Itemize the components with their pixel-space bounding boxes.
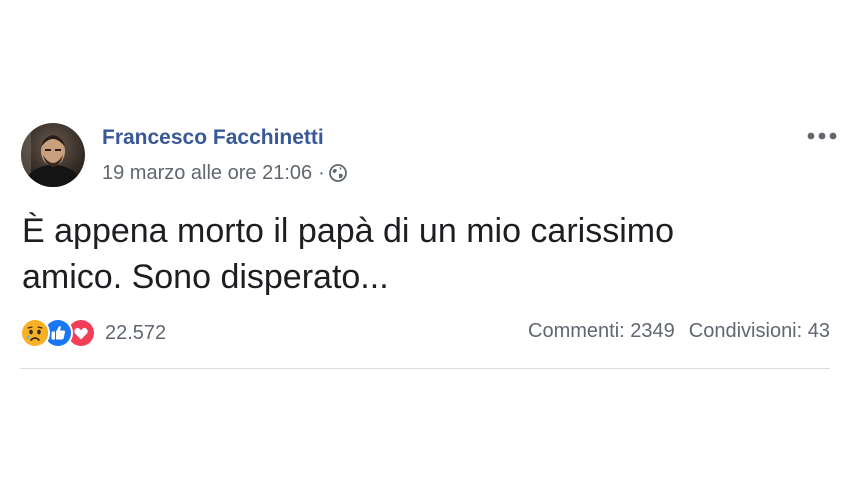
reaction-count[interactable]: 22.572 bbox=[105, 322, 166, 345]
sad-reaction-icon[interactable] bbox=[20, 318, 50, 348]
post-meta: 19 marzo alle ore 21:06 · bbox=[102, 160, 347, 186]
reactions-summary[interactable]: 22.572 bbox=[20, 318, 166, 348]
engagement-stats: Commenti: 2349 Condivisioni: 43 bbox=[528, 320, 830, 343]
more-options-button[interactable] bbox=[804, 126, 840, 146]
post-text-line: È appena morto il papà di un mio carissi… bbox=[22, 212, 674, 250]
shares-count-link[interactable]: Condivisioni: 43 bbox=[689, 320, 830, 343]
comments-count-link[interactable]: Commenti: 2349 bbox=[528, 320, 675, 343]
globe-icon[interactable] bbox=[328, 164, 347, 182]
author-name[interactable]: Francesco Facchinetti bbox=[102, 125, 324, 151]
avatar-image bbox=[21, 123, 85, 187]
post-timestamp[interactable]: 19 marzo alle ore 21:06 bbox=[102, 162, 312, 185]
meta-separator: · bbox=[318, 161, 325, 184]
facebook-post: Francesco Facchinetti 19 marzo alle ore … bbox=[0, 0, 854, 480]
more-options-icon bbox=[807, 132, 837, 140]
post-text: È appena morto il papà di un mio carissi… bbox=[22, 208, 822, 300]
post-text-line: amico. Sono disperato... bbox=[22, 258, 389, 296]
divider bbox=[20, 368, 830, 369]
author-avatar[interactable] bbox=[21, 123, 85, 187]
